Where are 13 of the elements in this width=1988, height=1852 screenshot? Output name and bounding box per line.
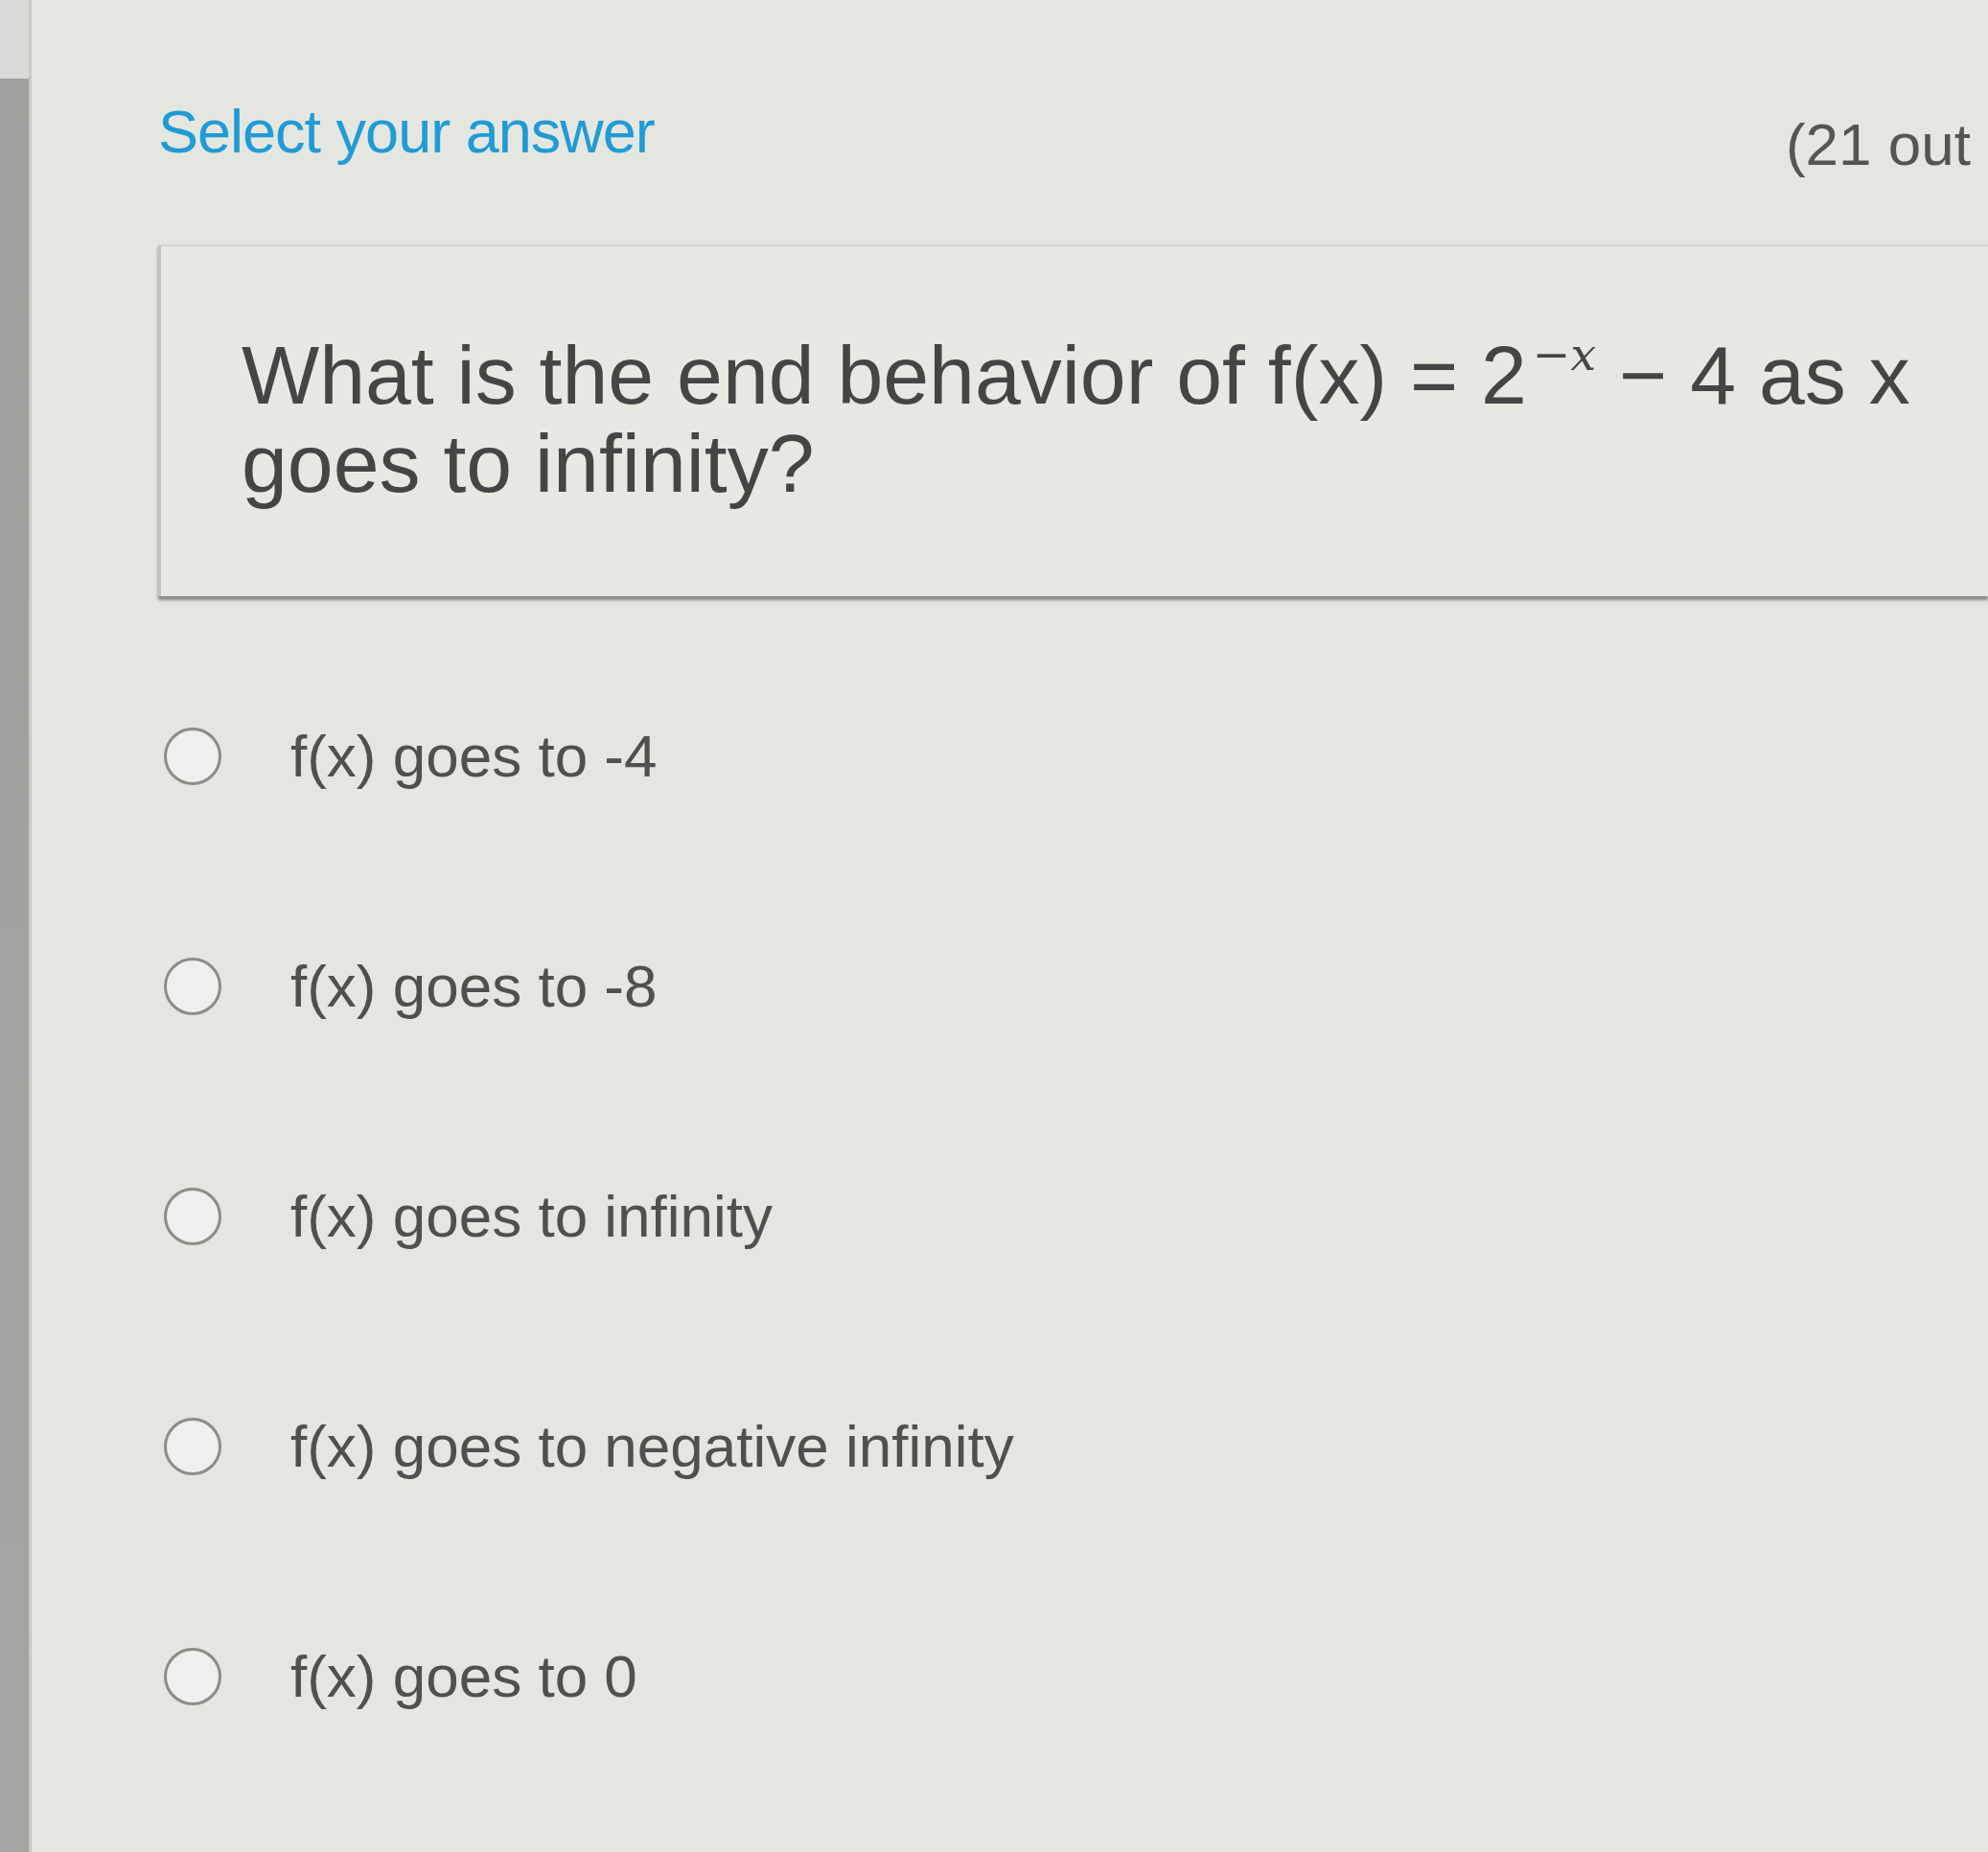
- score-text: (21 out: [1785, 110, 1971, 179]
- radio-button[interactable]: [164, 1648, 221, 1705]
- radio-button[interactable]: [164, 728, 221, 785]
- option-label[interactable]: f(x) goes to 0: [290, 1641, 637, 1712]
- option-label[interactable]: f(x) goes to negative infinity: [290, 1411, 1014, 1482]
- question-text: What is the end behavior of f(x) = 2$^{−x}$ − 4 as x goes to infinity?: [242, 331, 1911, 507]
- option-label[interactable]: f(x) goes to -8: [290, 951, 658, 1022]
- section-title: Select your answer: [158, 97, 655, 167]
- radio-button[interactable]: [164, 1418, 221, 1475]
- option-label[interactable]: f(x) goes to -4: [290, 721, 658, 792]
- radio-button[interactable]: [164, 958, 221, 1015]
- option-label[interactable]: f(x) goes to infinity: [290, 1181, 774, 1252]
- radio-button[interactable]: [164, 1188, 221, 1245]
